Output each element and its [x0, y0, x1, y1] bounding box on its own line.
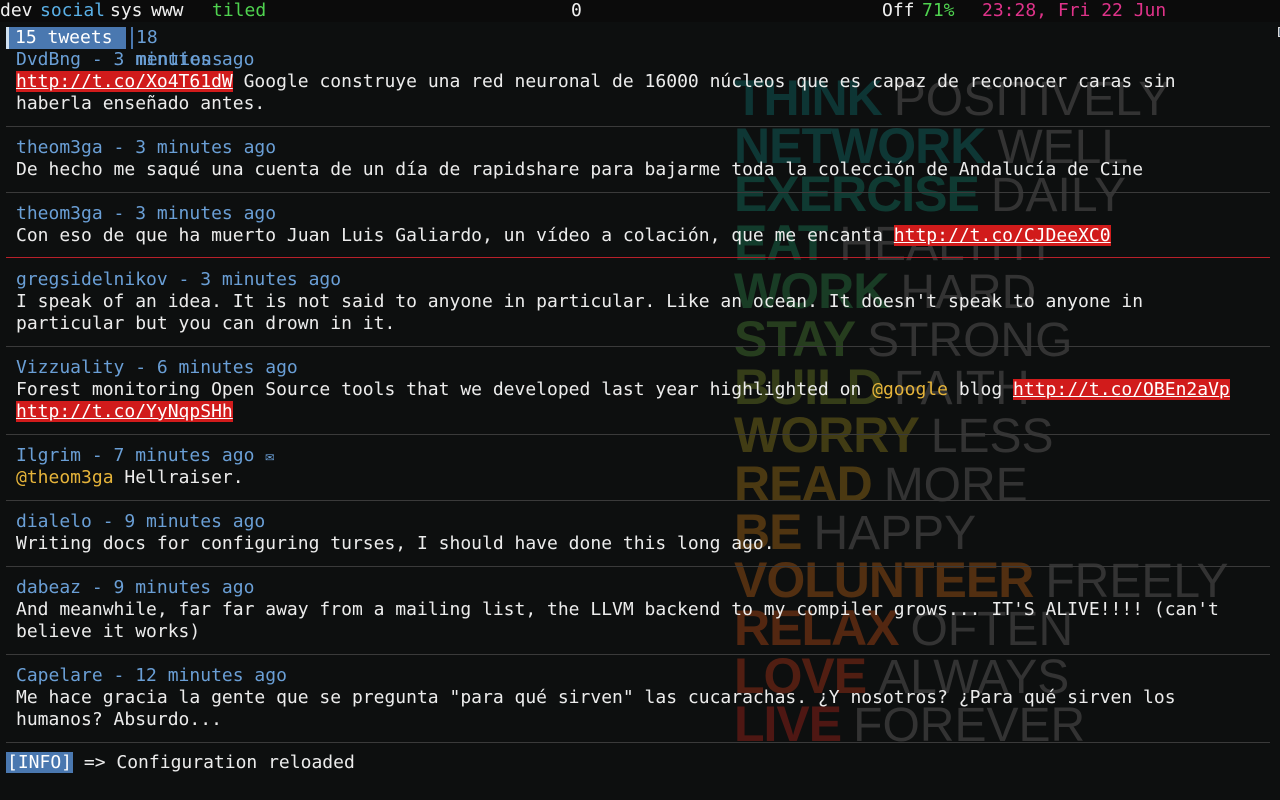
tweet-header: dialelo - 9 minutes ago [16, 511, 266, 532]
top-status-bar: dev social sys www tiled 0 Off 71% 23:28… [0, 0, 1280, 37]
tweet-header: gregsidelnikov - 3 minutes ago [16, 269, 342, 290]
tweet-text-continued: haberla enseñado antes. [16, 93, 266, 114]
tweet-body: @theom3ga Hellraiser. [16, 467, 1266, 489]
tweet-header: DvdBng - 3 minutes ago [16, 49, 255, 70]
tweet-body: http://t.co/Xo4T61dW Google construye un… [16, 71, 1266, 115]
tweet-separator [6, 434, 1270, 435]
layout-indicator[interactable]: tiled [212, 0, 266, 22]
tweet-link[interactable]: http://t.co/Xo4T61dW [16, 71, 233, 92]
tweet-text: Con eso de que ha muerto Juan Luis Galia… [16, 225, 894, 246]
tweet-text: I speak of an idea. It is not said to an… [16, 291, 1144, 334]
tweet-link[interactable]: http://t.co/CJDeeXC0 [893, 225, 1111, 246]
clock: 23:28, Fri 22 Jun [982, 0, 1167, 21]
workspace-www[interactable]: www [151, 0, 184, 22]
network-monitor-icon[interactable] [1235, 3, 1280, 37]
tweet-header: Ilgrim - 7 minutes ago ✉ [16, 445, 274, 467]
tweet-separator [6, 126, 1270, 127]
tab-divider [131, 27, 133, 49]
tweet-separator-unread-marker [6, 257, 1270, 258]
tweet-body: Con eso de que ha muerto Juan Luis Galia… [16, 225, 1266, 247]
tweet-separator [6, 654, 1270, 655]
tweet-link[interactable]: http://t.co/YyNqpSHh [16, 401, 233, 422]
tweet-separator [6, 500, 1270, 501]
battery-percent: 71% [922, 0, 955, 21]
direct-message-icon: ✉ [265, 447, 275, 465]
tweet-header: theom3ga - 3 minutes ago [16, 137, 277, 158]
tweet-header: theom3ga - 3 minutes ago [16, 203, 277, 224]
tweet-text: Google construye una red neuronal de 160… [232, 71, 1176, 92]
status-line: [INFO] => Configuration reloaded [6, 752, 355, 774]
tab-tweets[interactable]: 15 tweets [6, 27, 126, 49]
wallpaper-row: VOLUNTEER FREELY [734, 555, 1274, 606]
tweet-separator [6, 192, 1270, 193]
workspace-social[interactable]: social [40, 0, 105, 22]
tweet-separator [6, 346, 1270, 347]
tweet-text: blog [947, 379, 1014, 400]
info-tag: [INFO] [6, 752, 74, 773]
workspace-sys[interactable]: sys [110, 0, 143, 22]
tweet-mention[interactable]: @theom3ga [16, 467, 114, 488]
clipboard-icon[interactable] [1257, 3, 1273, 19]
tweet-text: And meanwhile, far far away from a maili… [16, 599, 1219, 642]
tweet-header: dabeaz - 9 minutes ago [16, 577, 255, 598]
tweet-author-time: Ilgrim - 7 minutes ago [16, 445, 255, 466]
tweet-body: Forest monitoring Open Source tools that… [16, 379, 1266, 423]
tweet-separator [6, 566, 1270, 567]
tweet-header: Capelare - 12 minutes ago [16, 665, 287, 686]
tweet-text: De hecho me saqué una cuenta de un día d… [16, 159, 1144, 180]
tweet-link[interactable]: http://t.co/OBEn2aVp [1013, 379, 1230, 400]
battery-state: Off [882, 0, 915, 21]
tweet-text: Forest monitoring Open Source tools that… [16, 379, 873, 400]
tweet-text: Me hace gracia la gente que se pregunta … [16, 687, 1176, 730]
status-message: => Configuration reloaded [73, 752, 355, 773]
tweet-text: Hellraiser. [113, 467, 244, 488]
tweet-separator [6, 742, 1270, 743]
workspace-dev[interactable]: dev [0, 0, 33, 22]
window-counter: 0 [571, 0, 582, 21]
tweet-header: Vizzuality - 6 minutes ago [16, 357, 298, 378]
tweet-mention[interactable]: @google [872, 379, 948, 400]
tweet-text: Writing docs for configuring turses, I s… [16, 533, 775, 554]
